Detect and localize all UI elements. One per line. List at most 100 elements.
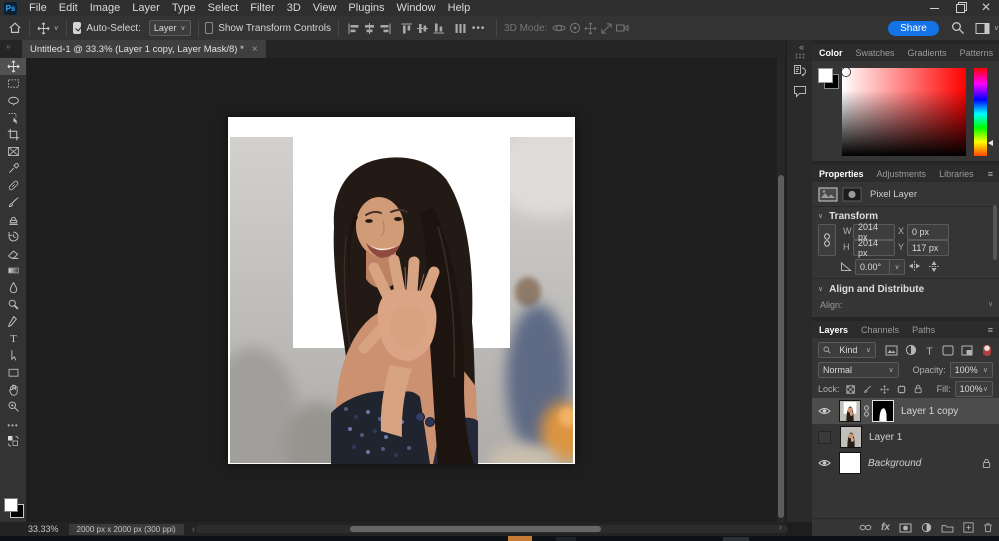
- properties-scrollbar-thumb[interactable]: [993, 205, 997, 260]
- dock-grip-icon[interactable]: [795, 53, 805, 59]
- workspace-chevron-icon[interactable]: ∨: [994, 25, 999, 32]
- menu-item-filter[interactable]: Filter: [244, 0, 280, 16]
- auto-select-target-dropdown[interactable]: Layer ∨: [148, 20, 191, 36]
- lock-transparency-icon[interactable]: [845, 384, 855, 395]
- swap-colors-icon[interactable]: [0, 434, 26, 448]
- menu-item-edit[interactable]: Edit: [53, 0, 84, 16]
- properties-panel-menu-icon[interactable]: ≡: [988, 169, 993, 179]
- workspace-switcher-icon[interactable]: [975, 22, 990, 35]
- tool-gradient[interactable]: [0, 262, 26, 279]
- tool-dodge[interactable]: [0, 296, 26, 313]
- filter-smart-objects-icon[interactable]: [961, 345, 973, 356]
- auto-select-checkbox[interactable]: [73, 22, 82, 34]
- layer-filter-toggle[interactable]: [982, 344, 992, 357]
- blend-mode-dropdown[interactable]: Normal ∨: [818, 362, 899, 378]
- foreground-color-swatch[interactable]: [4, 498, 18, 512]
- mask-properties-icon[interactable]: [842, 187, 862, 202]
- horizontal-scrollbar-thumb[interactable]: [350, 526, 601, 532]
- align-left-edges-icon[interactable]: [346, 20, 362, 37]
- align-section-chevron-icon[interactable]: ∨: [988, 301, 993, 308]
- status-expand-icon[interactable]: ›: [192, 524, 195, 534]
- layer-mask-thumbnail[interactable]: [872, 400, 894, 422]
- menu-item-type[interactable]: Type: [166, 0, 202, 16]
- foreground-background-colors[interactable]: [4, 498, 24, 518]
- vertical-scrollbar[interactable]: [777, 58, 785, 522]
- zoom-level[interactable]: 33.33%: [28, 524, 59, 534]
- taskbar-item[interactable]: [556, 537, 576, 541]
- y-field[interactable]: 117 px: [907, 240, 949, 256]
- more-align-options-icon[interactable]: •••: [472, 23, 486, 34]
- scroll-right-icon[interactable]: ›: [779, 522, 782, 532]
- layer-row-layer-1[interactable]: Layer 1: [812, 424, 999, 450]
- filter-pixel-layers-icon[interactable]: [885, 345, 898, 356]
- tool-spot-healing-brush[interactable]: [0, 177, 26, 194]
- horizontal-scrollbar[interactable]: ›: [196, 522, 788, 533]
- lock-artboard-icon[interactable]: [897, 384, 906, 395]
- tab-swatches[interactable]: Swatches: [856, 48, 895, 58]
- tool-eyedropper[interactable]: [0, 160, 26, 177]
- visibility-eye-icon[interactable]: [818, 405, 831, 417]
- tool-rectangle-shape[interactable]: [0, 364, 26, 381]
- align-vertical-centers-icon[interactable]: [415, 20, 431, 37]
- pixel-layer-icon[interactable]: [818, 187, 838, 202]
- taskbar-item[interactable]: [723, 537, 749, 541]
- toolbar-expand-icon[interactable]: »: [6, 42, 10, 51]
- color-saturation-field[interactable]: [842, 68, 966, 156]
- canvas[interactable]: [228, 117, 575, 464]
- layer-row-background[interactable]: Background: [812, 450, 999, 476]
- tool-blur[interactable]: [0, 279, 26, 296]
- align-collapse-icon[interactable]: ∨: [818, 286, 823, 293]
- filter-adjustment-layers-icon[interactable]: [905, 344, 917, 356]
- color-picker-marker[interactable]: [842, 68, 850, 76]
- tool-zoom[interactable]: [0, 398, 26, 415]
- share-button[interactable]: Share: [888, 20, 939, 36]
- layers-panel-menu-icon[interactable]: ≡: [988, 325, 993, 335]
- align-bottom-edges-icon[interactable]: [430, 20, 446, 37]
- add-layer-mask-icon[interactable]: [899, 523, 912, 533]
- tool-pen[interactable]: [0, 313, 26, 330]
- tab-adjustments[interactable]: Adjustments: [877, 169, 927, 179]
- opacity-field[interactable]: 100% ∨: [949, 362, 993, 378]
- filter-shape-layers-icon[interactable]: [942, 345, 954, 356]
- add-adjustment-layer-icon[interactable]: [921, 522, 932, 533]
- visibility-eye-icon[interactable]: [818, 457, 831, 469]
- lock-all-icon[interactable]: [914, 383, 922, 395]
- panel-foreground-color-swatch[interactable]: [818, 68, 833, 83]
- rotation-field[interactable]: 0.00°: [855, 259, 893, 275]
- menu-item-3d[interactable]: 3D: [281, 0, 307, 16]
- tab-layers[interactable]: Layers: [819, 325, 848, 335]
- distribute-horizontal-icon[interactable]: [452, 20, 468, 37]
- history-panel-icon[interactable]: [791, 62, 809, 80]
- tab-libraries[interactable]: Libraries: [939, 169, 974, 179]
- x-field[interactable]: 0 px: [907, 224, 949, 240]
- height-field[interactable]: 2014 px: [853, 238, 895, 258]
- new-layer-icon[interactable]: [963, 522, 974, 533]
- tool-type[interactable]: T: [0, 330, 26, 347]
- lock-pixels-icon[interactable]: [863, 384, 872, 395]
- menu-item-plugins[interactable]: Plugins: [342, 0, 390, 16]
- align-top-edges-icon[interactable]: [399, 20, 415, 37]
- menu-item-file[interactable]: File: [23, 0, 53, 16]
- visibility-eye-empty[interactable]: [818, 430, 831, 444]
- tool-path-selection[interactable]: [0, 347, 26, 364]
- background-lock-icon[interactable]: [982, 458, 991, 469]
- hue-slider-pointer[interactable]: [988, 140, 993, 146]
- edit-toolbar-ellipsis-icon[interactable]: •••: [0, 417, 26, 434]
- tab-gradients[interactable]: Gradients: [908, 48, 947, 58]
- tool-eraser[interactable]: [0, 245, 26, 262]
- tab-channels[interactable]: Channels: [861, 325, 899, 335]
- fill-field[interactable]: 100% ∨: [954, 381, 993, 397]
- link-layers-icon[interactable]: [859, 523, 872, 532]
- filter-type-layers-icon[interactable]: T: [924, 345, 935, 356]
- tool-clone-stamp[interactable]: [0, 211, 26, 228]
- move-tool-chevron-icon[interactable]: ∨: [54, 25, 59, 32]
- close-button[interactable]: ×: [973, 0, 999, 16]
- tab-color[interactable]: Color: [819, 48, 843, 58]
- menu-item-view[interactable]: View: [307, 0, 343, 16]
- restore-button[interactable]: [947, 0, 973, 16]
- delete-layer-icon[interactable]: [983, 522, 993, 533]
- minimize-button[interactable]: [921, 0, 947, 16]
- link-dimensions-button[interactable]: [818, 224, 836, 256]
- hue-slider[interactable]: [974, 68, 987, 156]
- align-right-edges-icon[interactable]: [377, 20, 393, 37]
